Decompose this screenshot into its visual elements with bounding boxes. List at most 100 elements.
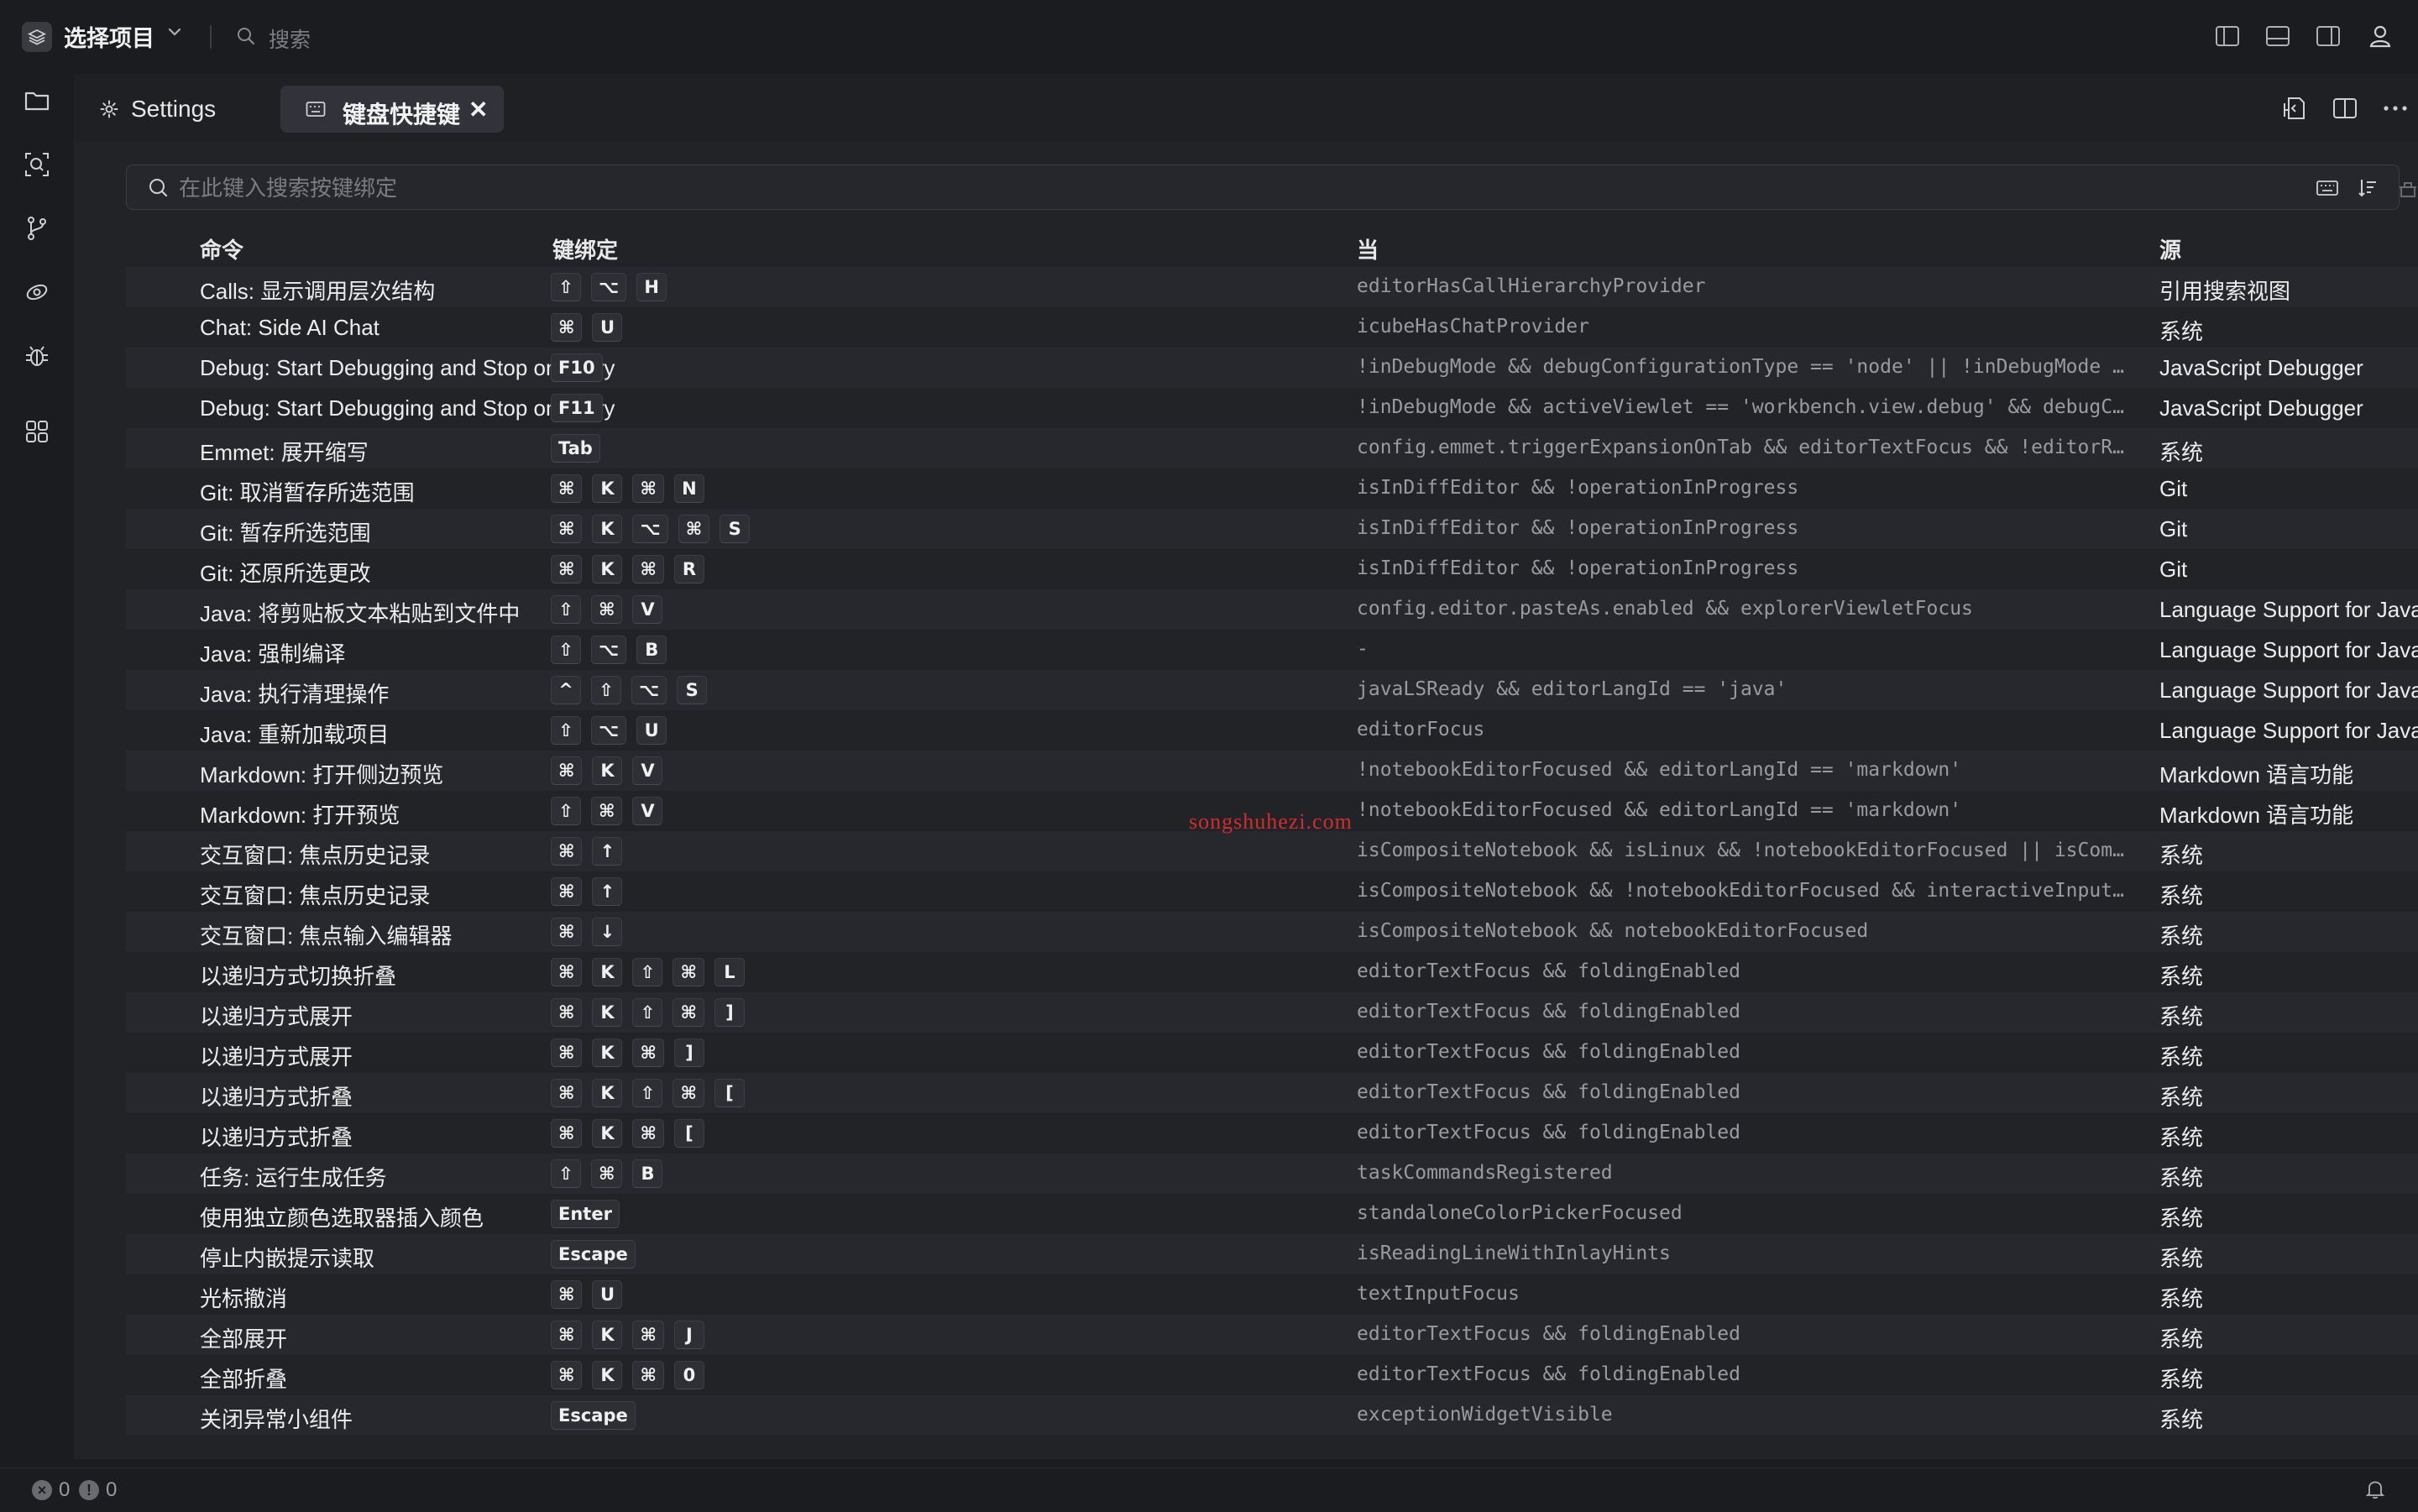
split-editor-icon[interactable] bbox=[2329, 92, 2361, 124]
column-header-when[interactable]: 当 bbox=[1357, 233, 1379, 264]
open-json-icon[interactable] bbox=[2279, 92, 2311, 124]
source-cell: Language Support for Java bbox=[2159, 597, 2418, 622]
key-cap: [ bbox=[673, 1119, 704, 1148]
account-icon[interactable] bbox=[2366, 22, 2394, 50]
source-control-branch-icon[interactable] bbox=[20, 212, 54, 245]
table-row[interactable]: Java: 强制编译 ⇧ ⌥ B - Language Support for Java bbox=[126, 630, 2418, 670]
table-row[interactable]: 以递归方式展开 ⌘ K ⌘] editorTextFocus && foldingEna… bbox=[126, 1033, 2418, 1073]
table-row[interactable]: 光标撤消 ⌘ UtextInputFocus 系统 bbox=[126, 1274, 2418, 1315]
column-header-keybinding[interactable]: 键绑定 bbox=[552, 233, 618, 264]
tab-settings-label: Settings bbox=[131, 96, 217, 122]
table-row[interactable]: Java: 重新加载项目 ⇧ ⌥ UeditorFocus Language Suppo… bbox=[126, 710, 2418, 751]
debug-bug-icon[interactable] bbox=[20, 339, 54, 373]
table-row[interactable]: Markdown: 打开侧边预览 ⌘ K V !notebookEditorFocuse… bbox=[126, 751, 2418, 791]
table-row[interactable]: 以递归方式折叠 ⌘ K ⇧ ⌘ [editorTextFocus && foldingEn… bbox=[126, 1073, 2418, 1113]
project-selector[interactable]: 选择项目 bbox=[64, 20, 154, 53]
when-cell: !inDebugMode && debugConfigurationType =… bbox=[1357, 356, 2124, 378]
table-row[interactable]: Calls: 显示调用层次结构 ⇧ ⌥ HeditorHasCallHierarchy… bbox=[126, 267, 2418, 307]
when-cell: textInputFocus bbox=[1357, 1283, 1520, 1305]
key-cap: R bbox=[673, 555, 704, 583]
extensions-grid-icon[interactable] bbox=[20, 415, 54, 448]
when-cell: - bbox=[1357, 638, 1369, 660]
explorer-folder-icon[interactable] bbox=[20, 84, 54, 118]
key-cap: Enter bbox=[551, 1200, 620, 1228]
source-cell: 系统 bbox=[2159, 1407, 2204, 1432]
when-cell: editorHasCallHierarchyProvider bbox=[1357, 275, 1706, 297]
key-cap: K bbox=[592, 1321, 623, 1349]
table-row[interactable]: Debug: Start Debugging and Stop on Entry… bbox=[126, 388, 2418, 428]
key-cap: Escape bbox=[551, 1240, 636, 1269]
key-cap: K bbox=[592, 1039, 623, 1067]
key-cap: U bbox=[636, 716, 667, 745]
keybinding-cell: ⌘ K ⇧ ⌘ L bbox=[551, 958, 745, 986]
clear-search-icon[interactable] bbox=[2394, 174, 2418, 202]
key-cap: ⌘ bbox=[551, 474, 583, 503]
table-row[interactable]: 关闭异常小组件 Escape exceptionWidgetVisible 系统 bbox=[126, 1395, 2418, 1436]
remote-explorer-icon[interactable] bbox=[20, 275, 54, 309]
keybinding-cell: ⌘ K ⌘ J bbox=[551, 1321, 704, 1349]
search-scan-icon[interactable] bbox=[20, 148, 54, 181]
notifications-bell-icon[interactable] bbox=[2364, 1478, 2386, 1500]
toggle-panel-icon[interactable] bbox=[2264, 22, 2292, 50]
table-row[interactable]: Git: 暂存所选范围 ⌘ K ⌥ ⌘ SisInDiffEditor && !opera… bbox=[126, 509, 2418, 549]
key-cap: ⌘ bbox=[632, 1361, 664, 1389]
table-row[interactable]: Git: 还原所选更改 ⌘ K ⌘ RisInDiffEditor && !operat… bbox=[126, 549, 2418, 589]
table-row[interactable]: Emmet: 展开缩写 Tab config.emmet.triggerExpans… bbox=[126, 428, 2418, 468]
close-tab-button[interactable]: ✕ bbox=[468, 96, 488, 123]
key-cap: U bbox=[592, 313, 623, 342]
key-cap: ⇧ bbox=[551, 1159, 581, 1188]
table-row[interactable]: Java: 执行清理操作 ^ ⇧ ⌥ SjavaLSReady && editorLan… bbox=[126, 670, 2418, 710]
key-cap: U bbox=[592, 1280, 623, 1309]
column-header-source[interactable]: 源 bbox=[2159, 233, 2181, 264]
command-cell: 全部展开 bbox=[200, 1326, 288, 1352]
command-cell: Calls: 显示调用层次结构 bbox=[200, 279, 436, 304]
toggle-sidebar-icon[interactable] bbox=[2213, 22, 2242, 50]
table-row[interactable]: 交互窗口: 焦点输入编辑器 ⌘ ↓ isCompositeNotebook && no… bbox=[126, 912, 2418, 952]
when-cell: isInDiffEditor && !operationInProgress bbox=[1357, 477, 1799, 499]
table-row[interactable]: 交互窗口: 焦点历史记录 ⌘ ↑ isCompositeNotebook && isL… bbox=[126, 831, 2418, 871]
key-cap: S bbox=[720, 515, 751, 543]
table-row[interactable]: 使用独立颜色选取器插入颜色 Enter standaloneColorPickerF… bbox=[126, 1194, 2418, 1234]
table-row[interactable]: Git: 取消暂存所选范围 ⌘ K ⌘ NisInDiffEditor && !oper… bbox=[126, 468, 2418, 509]
key-cap: V bbox=[632, 756, 663, 785]
command-search[interactable]: 搜索 bbox=[269, 24, 311, 54]
problems-errors[interactable]: × 0 bbox=[32, 1478, 70, 1502]
chevron-down-icon[interactable] bbox=[165, 22, 185, 42]
table-row[interactable]: Chat: Side AI Chat ⌘ UicubeHasChatProvider… bbox=[126, 307, 2418, 348]
table-row[interactable]: 全部展开 ⌘ K ⌘ JeditorTextFocus && foldingEnable… bbox=[126, 1315, 2418, 1355]
key-cap: K bbox=[592, 1361, 623, 1389]
toggle-secondary-sidebar-icon[interactable] bbox=[2314, 22, 2342, 50]
table-row[interactable]: 交互窗口: 焦点历史记录 ⌘ ↑ isCompositeNotebook && !no… bbox=[126, 871, 2418, 912]
more-actions-icon[interactable] bbox=[2379, 92, 2411, 124]
keybinding-cell: ⌘ U bbox=[551, 313, 623, 342]
tab-keyboard-shortcuts[interactable]: 键盘快捷键 ✕ bbox=[280, 86, 504, 133]
table-row[interactable]: 以递归方式折叠 ⌘ K ⌘ [editorTextFocus && foldingEna… bbox=[126, 1113, 2418, 1154]
table-row[interactable]: 全部折叠 ⌘ K ⌘ 0 editorTextFocus && foldingEnable… bbox=[126, 1355, 2418, 1395]
column-header-command[interactable]: 命令 bbox=[200, 233, 243, 264]
key-cap: K bbox=[592, 555, 623, 583]
key-cap: ⌘ bbox=[551, 1039, 583, 1067]
tab-settings[interactable]: Settings bbox=[99, 89, 216, 129]
table-row[interactable]: 以递归方式展开 ⌘ K ⇧ ⌘] editorTextFocus && foldingEn… bbox=[126, 992, 2418, 1033]
command-cell: 停止内嵌提示读取 bbox=[200, 1246, 375, 1271]
key-cap: ⌘ bbox=[591, 1159, 623, 1188]
table-row[interactable]: 停止内嵌提示读取 Escape isReadingLineWithInlayHint… bbox=[126, 1234, 2418, 1274]
record-keys-keyboard-icon[interactable] bbox=[2313, 174, 2342, 202]
key-cap: ⇧ bbox=[591, 676, 621, 704]
table-row[interactable]: Java: 将剪贴板文本粘贴到文件中 ⇧ ⌘ Vconfig.editor.paste… bbox=[126, 589, 2418, 630]
key-cap: ⌘ bbox=[551, 1361, 583, 1389]
table-row[interactable]: 任务: 运行生成任务 ⇧ ⌘ BtaskCommandsRegistered 系统 bbox=[126, 1154, 2418, 1194]
table-row[interactable]: Debug: Start Debugging and Stop on Entry… bbox=[126, 348, 2418, 388]
keybinding-cell: ^ ⇧ ⌥ S bbox=[551, 676, 708, 704]
tab-bar: Settings 键盘快捷键 ✕ bbox=[74, 74, 2418, 143]
keybinding-cell: F11 bbox=[551, 394, 603, 422]
sort-by-precedence-icon[interactable] bbox=[2353, 174, 2382, 202]
table-row[interactable]: 以递归方式切换折叠 ⌘ K ⇧ ⌘ LeditorTextFocus && folding… bbox=[126, 952, 2418, 992]
project-stack-icon[interactable] bbox=[22, 22, 52, 52]
keybinding-search-input[interactable] bbox=[177, 170, 2196, 206]
problems-warnings[interactable]: ! 0 bbox=[79, 1478, 117, 1502]
key-cap: 0 bbox=[673, 1361, 704, 1389]
keybinding-cell: ⌘ ↑ bbox=[551, 877, 623, 906]
command-cell: 交互窗口: 焦点历史记录 bbox=[200, 843, 431, 868]
source-cell: 引用搜索视图 bbox=[2159, 279, 2291, 304]
